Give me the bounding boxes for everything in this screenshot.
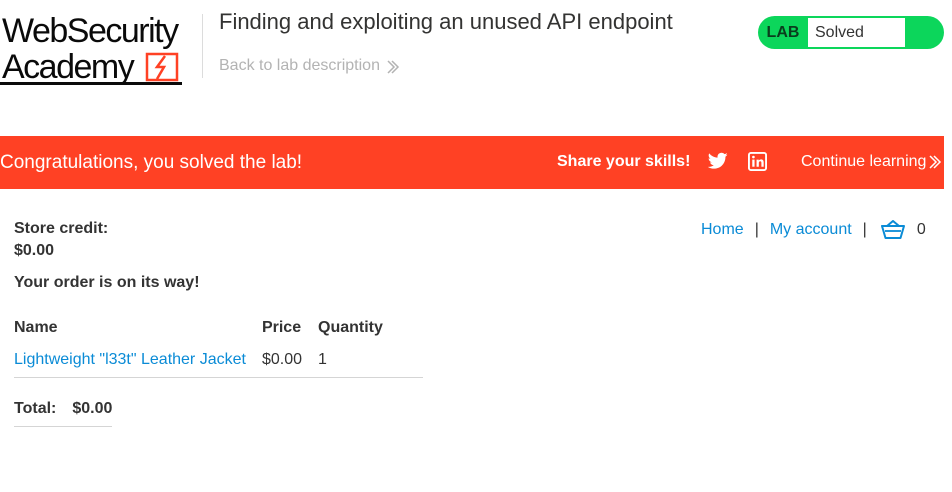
column-header-quantity: Quantity [318,319,383,336]
congratulations-banner: Congratulations, you solved the lab! Sha… [0,136,944,189]
order-table: Name Price Quantity Lightweight "l33t" L… [14,310,423,378]
product-name-cell: Lightweight "l33t" Leather Jacket [14,343,262,378]
double-chevron-right-icon [929,155,942,169]
lab-status-indicator [907,16,944,49]
cart-link[interactable]: 0 [880,220,926,240]
product-quantity-cell: 1 [318,343,423,378]
column-header-name: Name [14,319,58,336]
twitter-icon[interactable] [708,152,728,170]
top-navigation: Home | My account | 0 [701,220,926,240]
home-link[interactable]: Home [701,221,744,239]
logo-line-1: WebSecurity [2,12,179,50]
product-link[interactable]: Lightweight "l33t" Leather Jacket [14,351,246,368]
site-header: WebSecurity Academy Finding and exploiti… [0,0,952,136]
lab-badge: LAB [766,23,800,41]
web-security-academy-logo[interactable]: WebSecurity Academy [0,12,200,90]
lab-status-text: Solved [808,16,907,49]
table-header-row: Name Price Quantity [14,310,423,343]
logo-underline [0,82,182,85]
cart-count: 0 [916,221,926,238]
store-credit-label: Store credit: [14,220,109,237]
logo-line-2: Academy [2,48,135,86]
store-credit-value: $0.00 [14,242,55,259]
double-chevron-right-icon [387,59,400,74]
nav-separator: | [754,221,759,238]
product-price-cell: $0.00 [261,343,318,378]
nav-separator: | [862,221,867,238]
share-skills-label: Share your skills! [557,153,691,170]
total-label: Total: [14,400,57,417]
my-account-link[interactable]: My account [770,221,852,239]
congratulations-message: Congratulations, you solved the lab! [0,152,303,173]
linkedin-icon[interactable] [748,152,767,171]
header-divider [202,14,203,78]
lightning-bolt-icon [145,52,179,82]
cart-icon [880,220,905,239]
continue-learning-label: Continue learning [801,153,927,170]
column-header-price: Price [261,319,302,336]
back-link-label: Back to lab description [219,57,380,74]
continue-learning-link[interactable]: Continue learning [801,153,942,171]
lab-title: Finding and exploiting an unused API end… [219,9,673,34]
order-confirmation-message: Your order is on its way! [14,274,200,291]
total-value: $0.00 [72,400,113,417]
back-to-lab-description-link[interactable]: Back to lab description [219,57,400,75]
lab-status-widget: LAB Solved [758,16,944,49]
table-row: Lightweight "l33t" Leather Jacket $0.00 … [14,343,423,378]
order-total: Total: $0.00 [14,400,113,427]
